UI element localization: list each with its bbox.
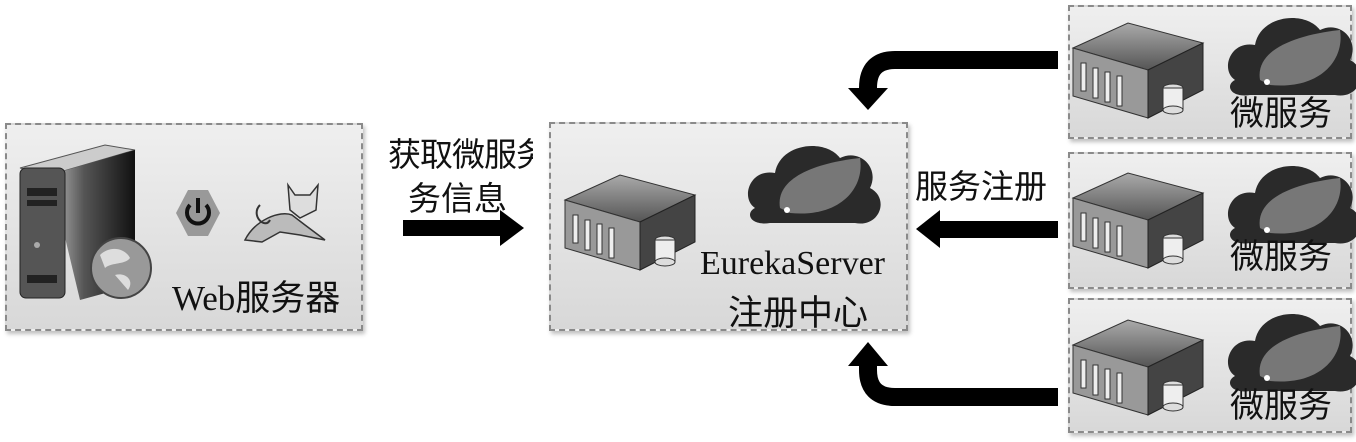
eureka-name: EurekaServer bbox=[700, 245, 886, 282]
architecture-diagram: Web服务器 获取微服务 务信息 EurekaServer 注册中心 服务注册 … bbox=[0, 0, 1356, 442]
register-arrow-bottom bbox=[848, 342, 1058, 406]
microservice-cloud-icon bbox=[1227, 17, 1356, 96]
fetch-label-line1: 获取微服务 bbox=[388, 138, 533, 174]
tomcat-icon bbox=[243, 182, 326, 243]
web-server-label: Web服务器 bbox=[172, 279, 341, 318]
microservice-label-3: 微服务 bbox=[1230, 388, 1332, 425]
microservice-label-2: 微服务 bbox=[1230, 239, 1332, 276]
microservice-rack-icon bbox=[1072, 172, 1204, 269]
microservice-label-1: 微服务 bbox=[1230, 96, 1332, 133]
register-label: 服务注册 bbox=[915, 170, 1047, 206]
register-arrow-top bbox=[848, 51, 1058, 110]
diagram-graphics bbox=[19, 17, 1356, 416]
globe-icon bbox=[90, 237, 152, 299]
spring-cloud-icon bbox=[747, 146, 881, 224]
spring-boot-power-icon bbox=[176, 190, 220, 236]
microservice-rack-icon bbox=[1072, 22, 1204, 119]
register-arrow-middle bbox=[916, 210, 1058, 248]
eureka-server-rack-icon bbox=[564, 174, 696, 271]
eureka-subtitle: 注册中心 bbox=[728, 294, 869, 333]
fetch-label-line2: 务信息 bbox=[408, 182, 507, 218]
microservice-rack-icon bbox=[1072, 319, 1204, 416]
